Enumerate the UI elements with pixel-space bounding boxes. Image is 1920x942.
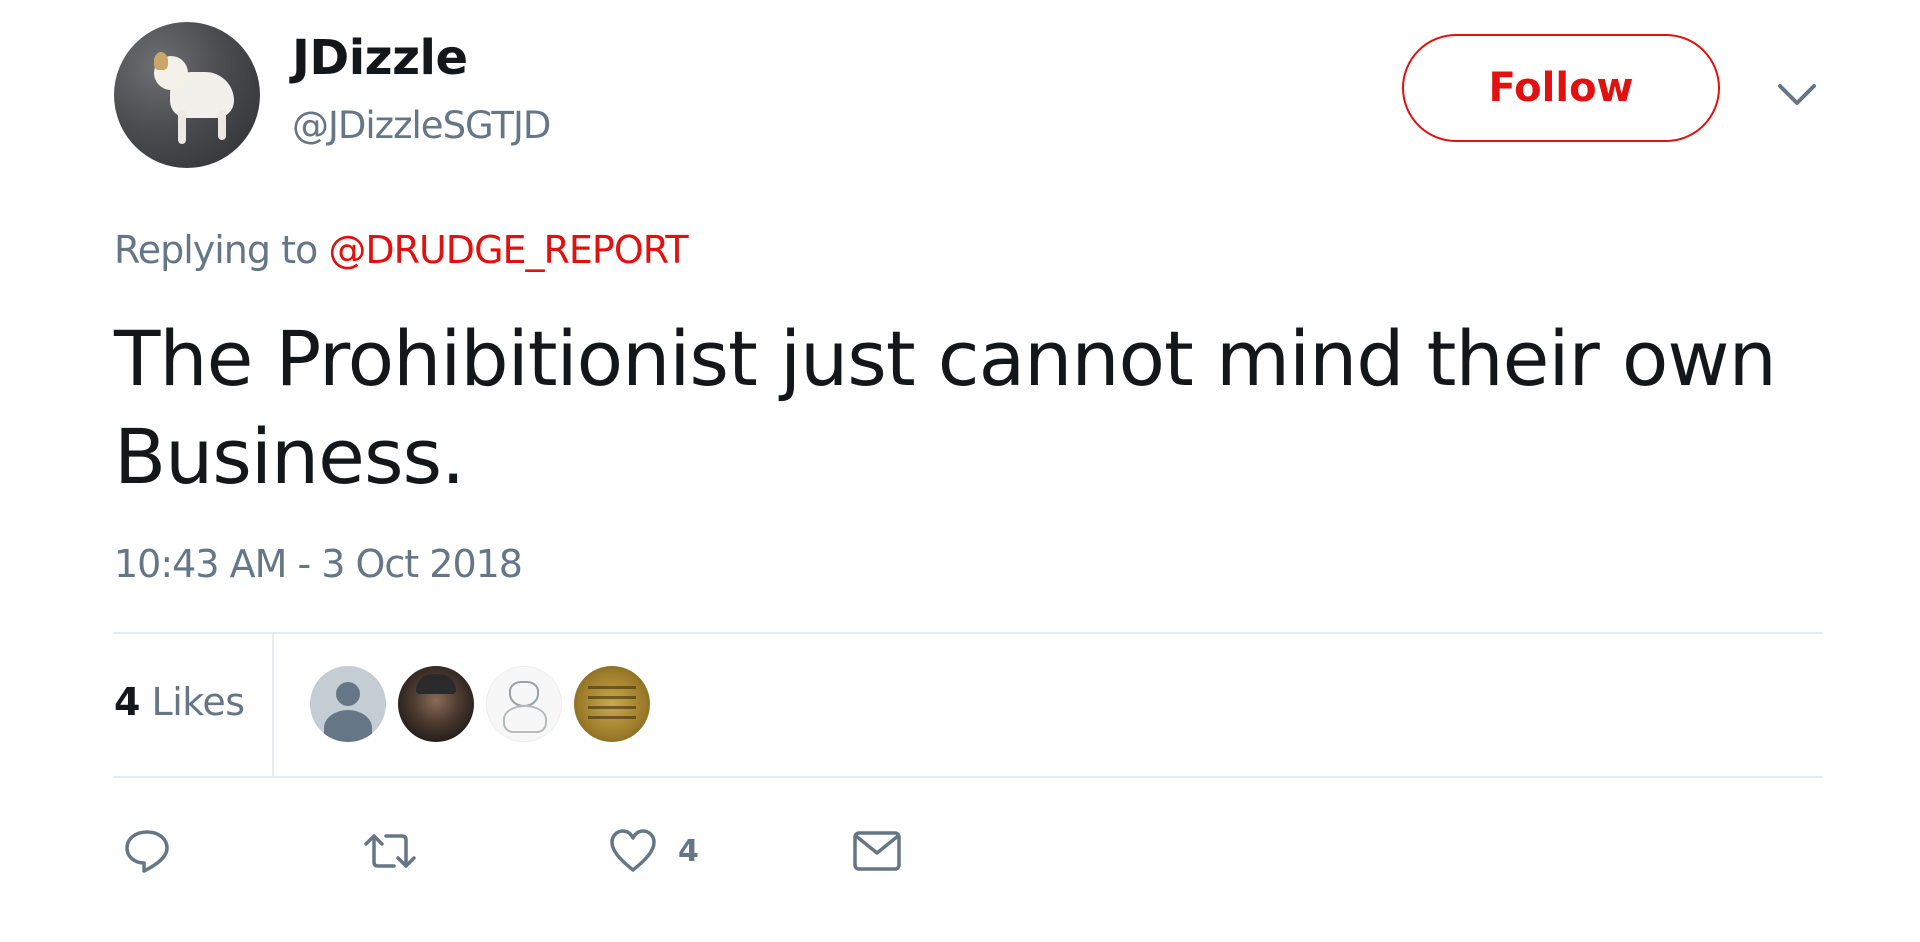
avatar-texture: [588, 716, 636, 719]
reply-icon: [125, 830, 169, 873]
likes-stat[interactable]: 4 Likes: [114, 680, 245, 724]
envelope-icon: [853, 831, 901, 871]
heart-icon: [610, 829, 656, 872]
more-options-button[interactable]: [1774, 78, 1820, 112]
avatar-sketch: [509, 681, 539, 707]
direct-message-button[interactable]: [852, 826, 902, 876]
display-name[interactable]: JDizzle: [292, 30, 468, 86]
avatar-texture: [588, 696, 636, 699]
avatar-cap: [416, 674, 456, 694]
tweet-timestamp[interactable]: 10:43 AM - 3 Oct 2018: [114, 542, 523, 586]
tweet-text-line: The Prohibitionist just cannot mind thei…: [114, 314, 1777, 403]
default-avatar-shoulders: [324, 710, 372, 742]
reply-button[interactable]: [122, 826, 172, 876]
liker-avatar[interactable]: [398, 666, 474, 742]
mention-link[interactable]: @DRUDGE_REPORT: [328, 228, 688, 272]
avatar-dog-leg: [218, 110, 226, 140]
replying-to: Replying to @DRUDGE_REPORT: [114, 228, 689, 272]
likes-count: 4: [114, 680, 140, 724]
avatar-dog-ear: [154, 52, 168, 70]
divider: [114, 632, 1822, 634]
likes-label: Likes: [151, 680, 246, 724]
avatar-dog-leg: [178, 110, 186, 144]
default-avatar-head: [336, 682, 360, 706]
liker-avatar[interactable]: [310, 666, 386, 742]
chevron-down-icon: [1778, 84, 1816, 105]
like-button[interactable]: 4: [608, 826, 699, 876]
avatar-texture: [588, 686, 636, 689]
user-handle[interactable]: @JDizzleSGTJD: [292, 104, 551, 147]
avatar-texture: [588, 706, 636, 709]
divider: [272, 634, 274, 776]
tweet-text: The Prohibitionist just cannot mind thei…: [114, 310, 1814, 506]
tweet-card: JDizzle @JDizzleSGTJD Follow Replying to…: [0, 0, 1920, 942]
user-avatar[interactable]: [114, 22, 260, 168]
liker-avatar[interactable]: [486, 666, 562, 742]
like-count: 4: [678, 833, 699, 869]
replying-to-label: Replying to: [114, 228, 318, 272]
retweet-icon: [364, 834, 416, 868]
divider: [114, 776, 1822, 778]
follow-button[interactable]: Follow: [1402, 34, 1720, 142]
retweet-button[interactable]: [362, 826, 418, 876]
avatar-sketch: [503, 705, 547, 733]
tweet-text-line: Business.: [114, 412, 465, 501]
liker-avatar[interactable]: [574, 666, 650, 742]
